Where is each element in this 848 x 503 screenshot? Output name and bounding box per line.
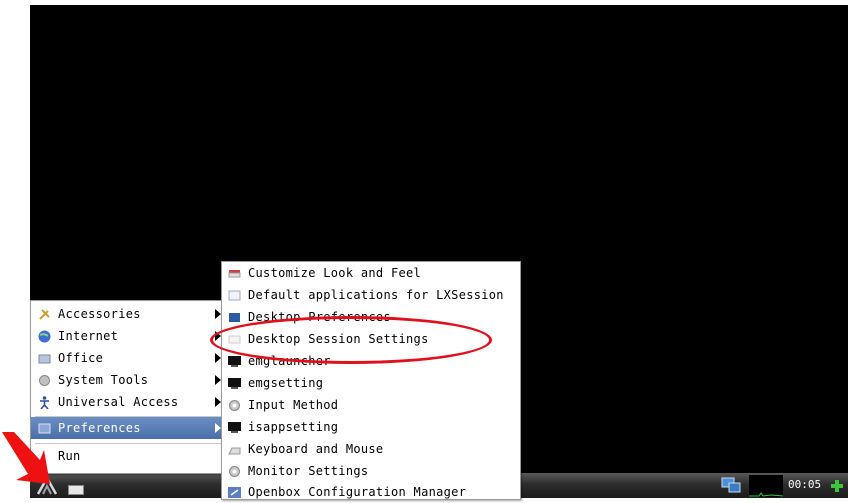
main-application-menu: Accessories Internet Office System Tools… — [30, 300, 228, 474]
red-arrow-annotation-icon — [2, 432, 50, 484]
cpu-monitor-graph — [749, 475, 784, 497]
terminal-icon — [228, 377, 241, 389]
keyboard-icon — [228, 447, 241, 454]
office-icon — [38, 354, 51, 363]
accessibility-icon — [40, 395, 49, 409]
menu-item-accessories[interactable]: Accessories — [31, 303, 227, 325]
network-icon[interactable] — [720, 475, 742, 495]
accessories-icon — [39, 308, 50, 320]
submenu-item-desktop-preferences[interactable]: Desktop Preferences — [222, 306, 520, 328]
submenu-item-customize-look[interactable]: Customize Look and Feel — [222, 262, 520, 284]
terminal-icon — [228, 421, 241, 433]
add-plus-icon[interactable] — [830, 478, 844, 492]
menu-separator — [35, 443, 223, 444]
submenu-item-isappsetting[interactable]: isappsetting — [222, 416, 520, 438]
desktop-preferences-icon — [229, 312, 240, 322]
submenu-item-default-applications[interactable]: Default applications for LXSession — [222, 284, 520, 306]
openbox-icon — [228, 486, 241, 498]
submenu-item-openbox-configuration[interactable]: Openbox Configuration Manager — [222, 481, 520, 503]
system-tools-icon — [39, 374, 50, 386]
terminal-icon — [228, 355, 241, 367]
menu-item-office[interactable]: Office — [31, 347, 227, 369]
taskbar-clock[interactable]: 00:05 — [788, 478, 821, 491]
gear-icon — [229, 465, 240, 477]
show-desktop-icon[interactable] — [68, 485, 84, 495]
submenu-item-desktop-session-settings[interactable]: Desktop Session Settings — [222, 328, 520, 350]
menu-item-system-tools[interactable]: System Tools — [31, 369, 227, 391]
default-applications-icon — [228, 290, 241, 300]
submenu-item-emglauncher[interactable]: emglauncher — [222, 350, 520, 372]
menu-item-universal-access[interactable]: Universal Access — [31, 391, 227, 413]
preferences-submenu: Customize Look and Feel Default applicat… — [221, 261, 521, 500]
submenu-item-monitor-settings[interactable]: Monitor Settings — [222, 460, 520, 482]
globe-icon — [38, 330, 51, 342]
gear-icon — [229, 399, 240, 411]
session-settings-icon — [228, 335, 241, 343]
submenu-item-emgsetting[interactable]: emgsetting — [222, 372, 520, 394]
submenu-item-keyboard-and-mouse[interactable]: Keyboard and Mouse — [222, 438, 520, 460]
menu-item-preferences[interactable]: Preferences — [31, 417, 227, 439]
menu-item-run[interactable]: Run — [31, 445, 227, 467]
submenu-item-input-method[interactable]: Input Method — [222, 394, 520, 416]
appearance-icon — [228, 269, 241, 277]
menu-item-internet[interactable]: Internet — [31, 325, 227, 347]
